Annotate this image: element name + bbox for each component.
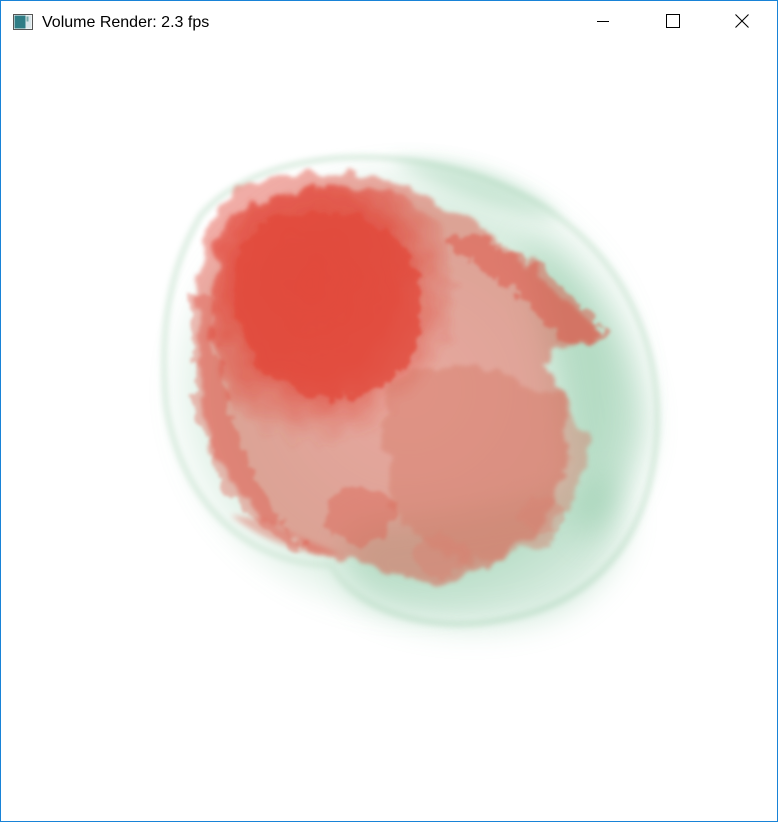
app-window-icon[interactable] xyxy=(13,14,33,30)
close-button[interactable] xyxy=(707,1,777,45)
window-title: Volume Render: 2.3 fps xyxy=(42,14,210,31)
title-bar[interactable]: Volume Render: 2.3 fps xyxy=(1,1,777,45)
app-window: Volume Render: 2.3 fps xyxy=(0,0,778,822)
minimize-button[interactable] xyxy=(568,1,638,45)
maximize-button[interactable] xyxy=(638,1,708,45)
close-icon xyxy=(735,13,749,33)
volume-render[interactable] xyxy=(1,45,777,821)
maximize-icon xyxy=(666,13,680,33)
minimize-icon xyxy=(597,14,609,32)
render-viewport[interactable] xyxy=(1,45,777,821)
